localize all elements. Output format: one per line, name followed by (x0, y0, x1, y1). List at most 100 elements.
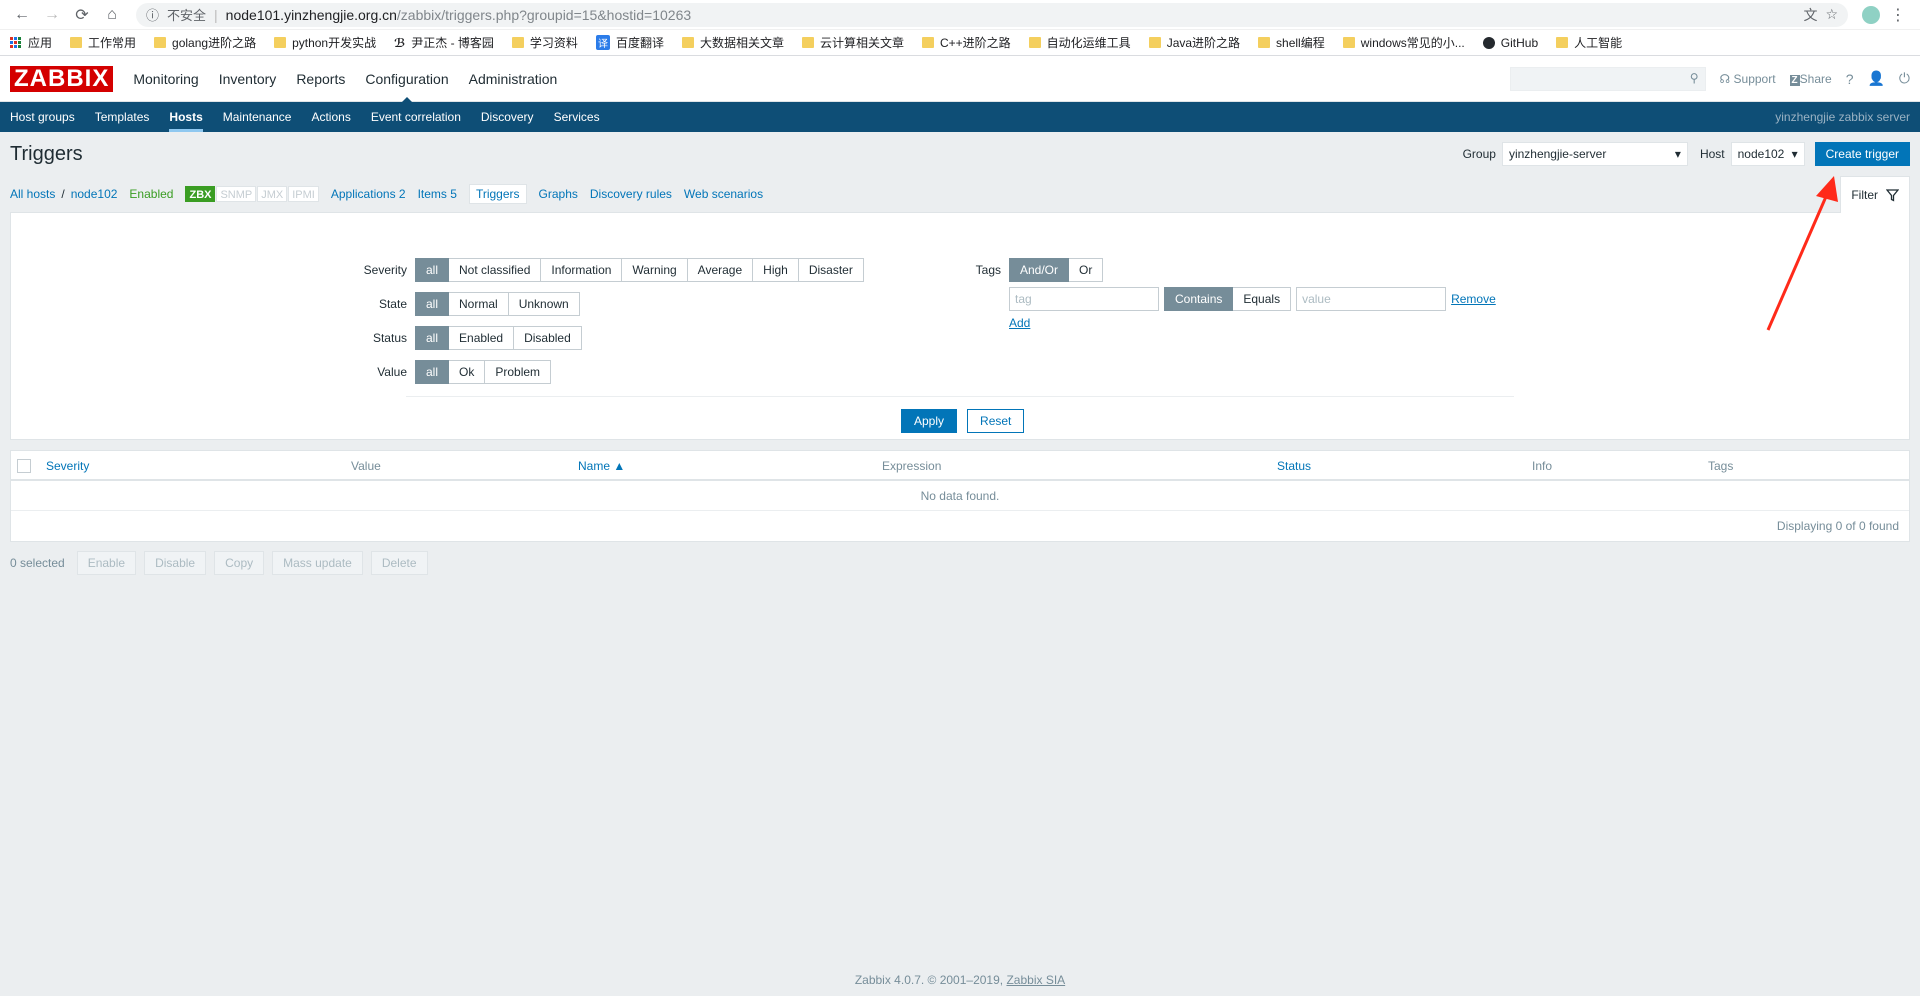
bookmark-github[interactable]: GitHub (1482, 36, 1538, 50)
menu-monitoring[interactable]: Monitoring (123, 56, 208, 102)
breadcrumb-all-hosts[interactable]: All hosts (10, 187, 55, 201)
filter-tab[interactable]: Filter (1840, 176, 1910, 213)
bookmark-folder[interactable]: Java进阶之路 (1148, 34, 1240, 51)
url-path: /zabbix/triggers.php?groupid=15&hostid=1… (396, 6, 692, 23)
mass-update-button[interactable]: Mass update (272, 551, 363, 575)
bookmark-folder[interactable]: windows常见的小... (1342, 34, 1465, 51)
back-icon[interactable]: ← (10, 3, 34, 27)
bookmark-folder[interactable]: 大数据相关文章 (681, 34, 784, 51)
severity-all[interactable]: all (415, 258, 450, 282)
status-disabled[interactable]: Disabled (514, 326, 582, 350)
tab-web-scenarios[interactable]: Web scenarios (684, 187, 763, 201)
footer-link[interactable]: Zabbix SIA (1006, 973, 1065, 987)
address-bar[interactable]: ⓘ 不安全 | node101.yinzhengjie.org.cn/zabbi… (136, 2, 1848, 27)
copy-button[interactable]: Copy (214, 551, 265, 575)
severity-not-classified[interactable]: Not classified (449, 258, 542, 282)
share-link[interactable]: Z Share (1789, 72, 1832, 86)
bookmark-folder[interactable]: C++进阶之路 (921, 34, 1011, 51)
menu-administration[interactable]: Administration (459, 56, 568, 102)
info-icon[interactable]: ⓘ (146, 5, 159, 24)
status-enabled[interactable]: Enabled (449, 326, 515, 350)
logout-icon[interactable]: ⏻ (1899, 70, 1910, 87)
help-icon[interactable]: ? (1846, 71, 1854, 87)
severity-warning[interactable]: Warning (622, 258, 688, 282)
state-all[interactable]: all (415, 292, 450, 316)
sub-event-correlation[interactable]: Event correlation (371, 102, 461, 132)
bookmark-folder[interactable]: shell编程 (1258, 34, 1325, 51)
bookmark-folder[interactable]: 云计算相关文章 (801, 34, 904, 51)
support-link[interactable]: ☊ Support (1720, 72, 1776, 86)
sub-hosts[interactable]: Hosts (169, 102, 204, 132)
sub-templates[interactable]: Templates (95, 102, 150, 132)
create-trigger-button[interactable]: Create trigger (1814, 142, 1910, 166)
col-severity[interactable]: Severity (46, 451, 89, 481)
tab-items[interactable]: Items 5 (418, 187, 457, 201)
enable-button[interactable]: Enable (76, 551, 137, 575)
bookmark-translate[interactable]: 译百度翻译 (595, 34, 664, 51)
tags-or[interactable]: Or (1069, 258, 1104, 282)
sub-services[interactable]: Services (554, 102, 600, 132)
status-all[interactable]: all (415, 326, 450, 350)
url-host: node101.yinzhengjie.org.cn (225, 6, 397, 23)
state-normal[interactable]: Normal (449, 292, 509, 316)
apply-button[interactable]: Apply (901, 409, 958, 433)
menu-reports[interactable]: Reports (286, 56, 355, 102)
severity-high[interactable]: High (753, 258, 799, 282)
reload-icon[interactable]: ⟳ (70, 3, 94, 27)
value-ok[interactable]: Ok (449, 360, 486, 384)
value-problem[interactable]: Problem (485, 360, 552, 384)
user-profile-icon[interactable]: 👤 (1867, 70, 1884, 87)
delete-button[interactable]: Delete (370, 551, 428, 575)
search-input[interactable]: ⚲ (1509, 66, 1706, 91)
sub-maintenance[interactable]: Maintenance (223, 102, 292, 132)
value-all[interactable]: all (415, 360, 450, 384)
menu-configuration[interactable]: Configuration (355, 56, 458, 103)
star-icon[interactable]: ☆ (1825, 6, 1838, 23)
tag-add-link[interactable]: Add (1009, 316, 1030, 330)
translate-icon[interactable]: 文 (1803, 5, 1817, 25)
tag-op-equals[interactable]: Equals (1233, 287, 1292, 311)
col-status[interactable]: Status (1277, 451, 1311, 481)
tag-remove-link[interactable]: Remove (1451, 292, 1496, 306)
tag-op-contains[interactable]: Contains (1164, 287, 1234, 311)
zabbix-logo[interactable]: ZABBIX (10, 65, 114, 92)
breadcrumb-host[interactable]: node102 (71, 187, 118, 201)
sub-host-groups[interactable]: Host groups (10, 102, 75, 132)
bookmark-folder[interactable]: python开发实战 (274, 34, 376, 51)
tab-applications[interactable]: Applications 2 (331, 187, 406, 201)
bookmark-folder[interactable]: 自动化运维工具 (1028, 34, 1131, 51)
severity-disaster[interactable]: Disaster (798, 258, 864, 282)
select-all-checkbox[interactable] (17, 459, 31, 473)
forward-icon[interactable]: → (40, 3, 64, 27)
tab-triggers[interactable]: Triggers (468, 184, 527, 204)
bookmark-apps[interactable]: 应用 (10, 34, 52, 51)
state-unknown[interactable]: Unknown (508, 292, 580, 316)
bookmark-folder[interactable]: 人工智能 (1556, 34, 1622, 51)
profile-avatar[interactable] (1862, 5, 1880, 24)
tag-name-input[interactable]: tag (1009, 287, 1159, 311)
tag-value-input[interactable]: value (1296, 287, 1447, 311)
bookmark-blog[interactable]: ℬ 尹正杰 - 博客园 (394, 34, 494, 51)
browser-menu-icon[interactable]: ⋮ (1886, 3, 1910, 27)
bookmark-folder[interactable]: 学习资料 (511, 34, 578, 51)
page-header: Triggers Group yinzhengjie-server ▾ Host … (0, 132, 1920, 176)
severity-information[interactable]: Information (541, 258, 623, 282)
reset-button[interactable]: Reset (967, 409, 1025, 433)
blog-icon: ℬ (394, 35, 406, 50)
search-icon: ⚲ (1689, 70, 1699, 85)
sub-actions[interactable]: Actions (311, 102, 350, 132)
tab-graphs[interactable]: Graphs (539, 187, 578, 201)
home-icon[interactable]: ⌂ (100, 3, 124, 27)
severity-average[interactable]: Average (687, 258, 754, 282)
menu-inventory[interactable]: Inventory (209, 56, 287, 102)
disable-button[interactable]: Disable (144, 551, 207, 575)
bookmark-folder[interactable]: golang进阶之路 (154, 34, 256, 51)
tab-discovery-rules[interactable]: Discovery rules (590, 187, 672, 201)
col-name[interactable]: Name ▲ (578, 451, 625, 481)
host-status[interactable]: Enabled (129, 187, 173, 201)
bookmark-folder[interactable]: 工作常用 (70, 34, 136, 51)
group-select[interactable]: yinzhengjie-server ▾ (1501, 142, 1688, 166)
tags-and-or[interactable]: And/Or (1009, 258, 1070, 282)
host-select[interactable]: node102 ▾ (1730, 142, 1805, 166)
sub-discovery[interactable]: Discovery (481, 102, 534, 132)
